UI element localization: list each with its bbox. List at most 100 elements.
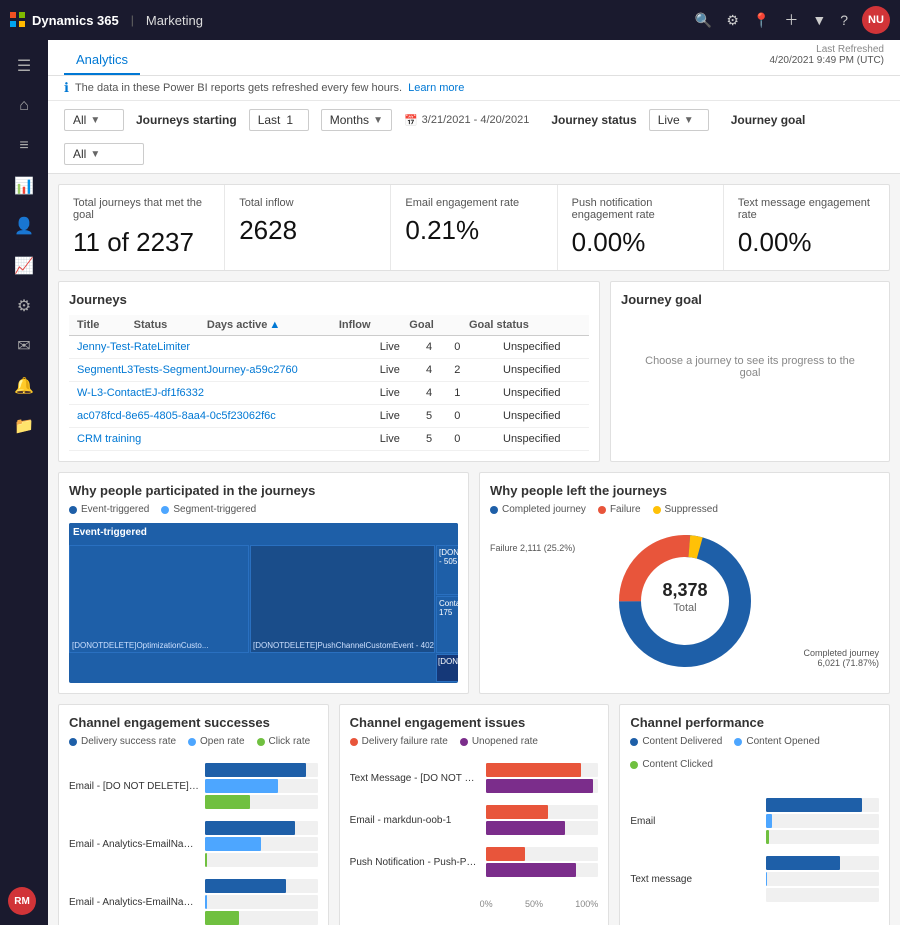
kpi-push-engagement: Push notification engagement rate 0.00% <box>558 185 724 270</box>
engagement-success-chart: Channel engagement successes Delivery su… <box>58 704 329 925</box>
col-title: Title <box>69 315 126 336</box>
sidebar-chart-icon[interactable]: 📊 <box>6 168 42 204</box>
treemap-block-3: [DONOTDELETE]ExperimentationCustomEvent … <box>436 545 458 595</box>
location-icon[interactable]: 📍 <box>753 12 770 29</box>
channel-performance-chart: Channel performance Content Delivered Co… <box>619 704 890 925</box>
bottom-avatar[interactable]: RM <box>8 887 36 915</box>
issues-bar-row-0: Text Message - [DO NOT DEL... <box>350 763 599 793</box>
journeys-starting-label: Journeys starting <box>136 113 237 127</box>
table-row: SegmentL3Tests-SegmentJourney-a59c2760 L… <box>69 359 589 382</box>
col-goal: Goal <box>401 315 461 336</box>
journeys-section: Journeys Title Status Days active▲ Inflo… <box>58 281 890 462</box>
journeys-data-table: Jenny-Test-RateLimiter Live 4 0 Unspecif… <box>69 336 589 451</box>
analytics-header: Analytics Last Refreshed 4/20/2021 9:49 … <box>48 40 900 76</box>
annotation-completed: Completed journey6,021 (71.87%) <box>803 648 879 668</box>
col-goal-status: Goal status <box>461 315 573 336</box>
engagement-issues-legend: Delivery failure rate Unopened rate <box>350 736 599 747</box>
legend-event: Event-triggered <box>69 504 149 515</box>
why-people-section: Why people participated in the journeys … <box>58 472 890 694</box>
table-row: CRM training Live 5 0 Unspecified <box>69 428 589 451</box>
col-scroll <box>573 315 589 336</box>
last-filter[interactable]: Last 1 <box>249 109 309 131</box>
journey-goal-filter[interactable]: All ▼ <box>64 143 144 165</box>
axis-issues: 0% 50% 100% <box>350 899 599 909</box>
journey-status-label: Journey status <box>551 113 636 127</box>
legend-content-delivered: Content Delivered <box>630 736 722 747</box>
engagement-issues-bars: Text Message - [DO NOT DEL... Email - ma… <box>350 755 599 897</box>
channel-bar-email: Email <box>630 798 879 844</box>
sidebar-menu-icon[interactable]: ☰ <box>6 48 42 84</box>
search-icon[interactable]: 🔍 <box>695 12 712 29</box>
legend-unopened: Unopened rate <box>460 736 538 747</box>
info-bar: ℹ The data in these Power BI reports get… <box>48 76 900 101</box>
annotation-failure: Failure 2,111 (25.2%) <box>490 543 575 553</box>
journey-status-filter[interactable]: Live ▼ <box>649 109 709 131</box>
user-avatar[interactable]: NU <box>862 6 890 34</box>
svg-text:8,378: 8,378 <box>662 580 707 600</box>
engagement-success-legend: Delivery success rate Open rate Click ra… <box>69 736 318 747</box>
table-row: ac078fcd-8e65-4805-8aa4-0c5f23062f6c Liv… <box>69 405 589 428</box>
date-range: 3/21/2021 - 4/20/2021 <box>422 114 530 126</box>
app-name: Marketing <box>146 13 203 28</box>
journey-link-1[interactable]: SegmentL3Tests-SegmentJourney-a59c2760 <box>77 364 298 376</box>
legend-failure: Failure <box>598 504 641 515</box>
left-journeys-chart: Why people left the journeys Completed j… <box>479 472 890 694</box>
refresh-info: Last Refreshed 4/20/2021 9:49 PM (UTC) <box>770 44 885 66</box>
sidebar-folder-icon[interactable]: 📁 <box>6 408 42 444</box>
journeys-table: Title Status Days active▲ Inflow Goal Go… <box>69 315 589 336</box>
table-row: W-L3-ContactEJ-df1f6332 Live 4 1 Unspeci… <box>69 382 589 405</box>
journey-link-2[interactable]: W-L3-ContactEJ-df1f6332 <box>77 387 204 399</box>
donut-chart-svg: 8,378 Total <box>615 531 755 671</box>
journeys-table-wrapper[interactable]: Jenny-Test-RateLimiter Live 4 0 Unspecif… <box>69 336 589 451</box>
kpi-total-inflow: Total inflow 2628 <box>225 185 391 270</box>
journey-link-4[interactable]: CRM training <box>77 433 141 445</box>
treemap-chart: Event-triggered [DONOTDELETE]Optimizatio… <box>69 523 458 683</box>
legend-click-rate: Click rate <box>257 736 311 747</box>
bar-row-0: Email - [DO NOT DELETE] L3 ... <box>69 763 318 809</box>
settings-icon[interactable]: ⚙ <box>726 12 739 29</box>
channel-performance-title: Channel performance <box>630 715 879 730</box>
kpi-total-journeys: Total journeys that met the goal 11 of 2… <box>59 185 225 270</box>
channel-bar-text: Text message <box>630 856 879 902</box>
sidebar-list-icon[interactable]: ≡ <box>6 128 42 164</box>
brand-logo[interactable]: Dynamics 365 <box>10 12 119 28</box>
participation-title: Why people participated in the journeys <box>69 483 458 498</box>
help-icon[interactable]: ? <box>840 12 848 28</box>
journey-link-0[interactable]: Jenny-Test-RateLimiter <box>77 341 190 353</box>
treemap-block-1: [DONOTDELETE]OptimizationCusto... <box>69 545 249 653</box>
legend-suppressed: Suppressed <box>653 504 718 515</box>
sidebar-home-icon[interactable]: ⌂ <box>6 88 42 124</box>
engagement-issues-chart: Channel engagement issues Delivery failu… <box>339 704 610 925</box>
filter-icon[interactable]: ▼ <box>812 12 826 28</box>
learn-more-link[interactable]: Learn more <box>408 82 464 94</box>
col-days: Days active▲ <box>199 315 331 336</box>
sidebar-person-icon[interactable]: 👤 <box>6 208 42 244</box>
kpi-text-engagement: Text message engagement rate 0.00% <box>724 185 889 270</box>
months-filter[interactable]: Months ▼ <box>321 109 392 131</box>
bar-row-1: Email - Analytics-EmailName-... <box>69 821 318 867</box>
top-nav: Dynamics 365 | Marketing 🔍 ⚙ 📍 ＋ ▼ ? NU <box>0 0 900 40</box>
channel-charts: Channel engagement successes Delivery su… <box>58 704 890 925</box>
journey-goal-title: Journey goal <box>621 292 879 307</box>
legend-segment: Segment-triggered <box>161 504 256 515</box>
filter-bar: All ▼ Journeys starting Last 1 Months ▼ … <box>48 101 900 174</box>
sidebar-analytics-icon[interactable]: 📈 <box>6 248 42 284</box>
engagement-issues-title: Channel engagement issues <box>350 715 599 730</box>
table-row: Jenny-Test-RateLimiter Live 4 0 Unspecif… <box>69 336 589 359</box>
issues-bar-row-2: Push Notification - Push-Pus... <box>350 847 599 877</box>
sidebar-bell-icon[interactable]: 🔔 <box>6 368 42 404</box>
segment-filter[interactable]: All ▼ <box>64 109 124 131</box>
legend-content-opened: Content Opened <box>734 736 819 747</box>
kpi-email-engagement: Email engagement rate 0.21% <box>391 185 557 270</box>
journey-goal-placeholder: Choose a journey to see its progress to … <box>621 315 879 419</box>
sidebar-gear-icon[interactable]: ⚙ <box>6 288 42 324</box>
nav-icons: 🔍 ⚙ 📍 ＋ ▼ ? NU <box>695 6 890 34</box>
analytics-tab[interactable]: Analytics <box>64 46 140 75</box>
participation-chart: Why people participated in the journeys … <box>58 472 469 694</box>
journey-goal-card: Journey goal Choose a journey to see its… <box>610 281 890 462</box>
channel-performance-legend: Content Delivered Content Opened Content… <box>630 736 879 770</box>
sidebar-mail-icon[interactable]: ✉ <box>6 328 42 364</box>
add-icon[interactable]: ＋ <box>784 10 798 30</box>
legend-delivery-success: Delivery success rate <box>69 736 176 747</box>
journey-link-3[interactable]: ac078fcd-8e65-4805-8aa4-0c5f23062f6c <box>77 410 276 422</box>
